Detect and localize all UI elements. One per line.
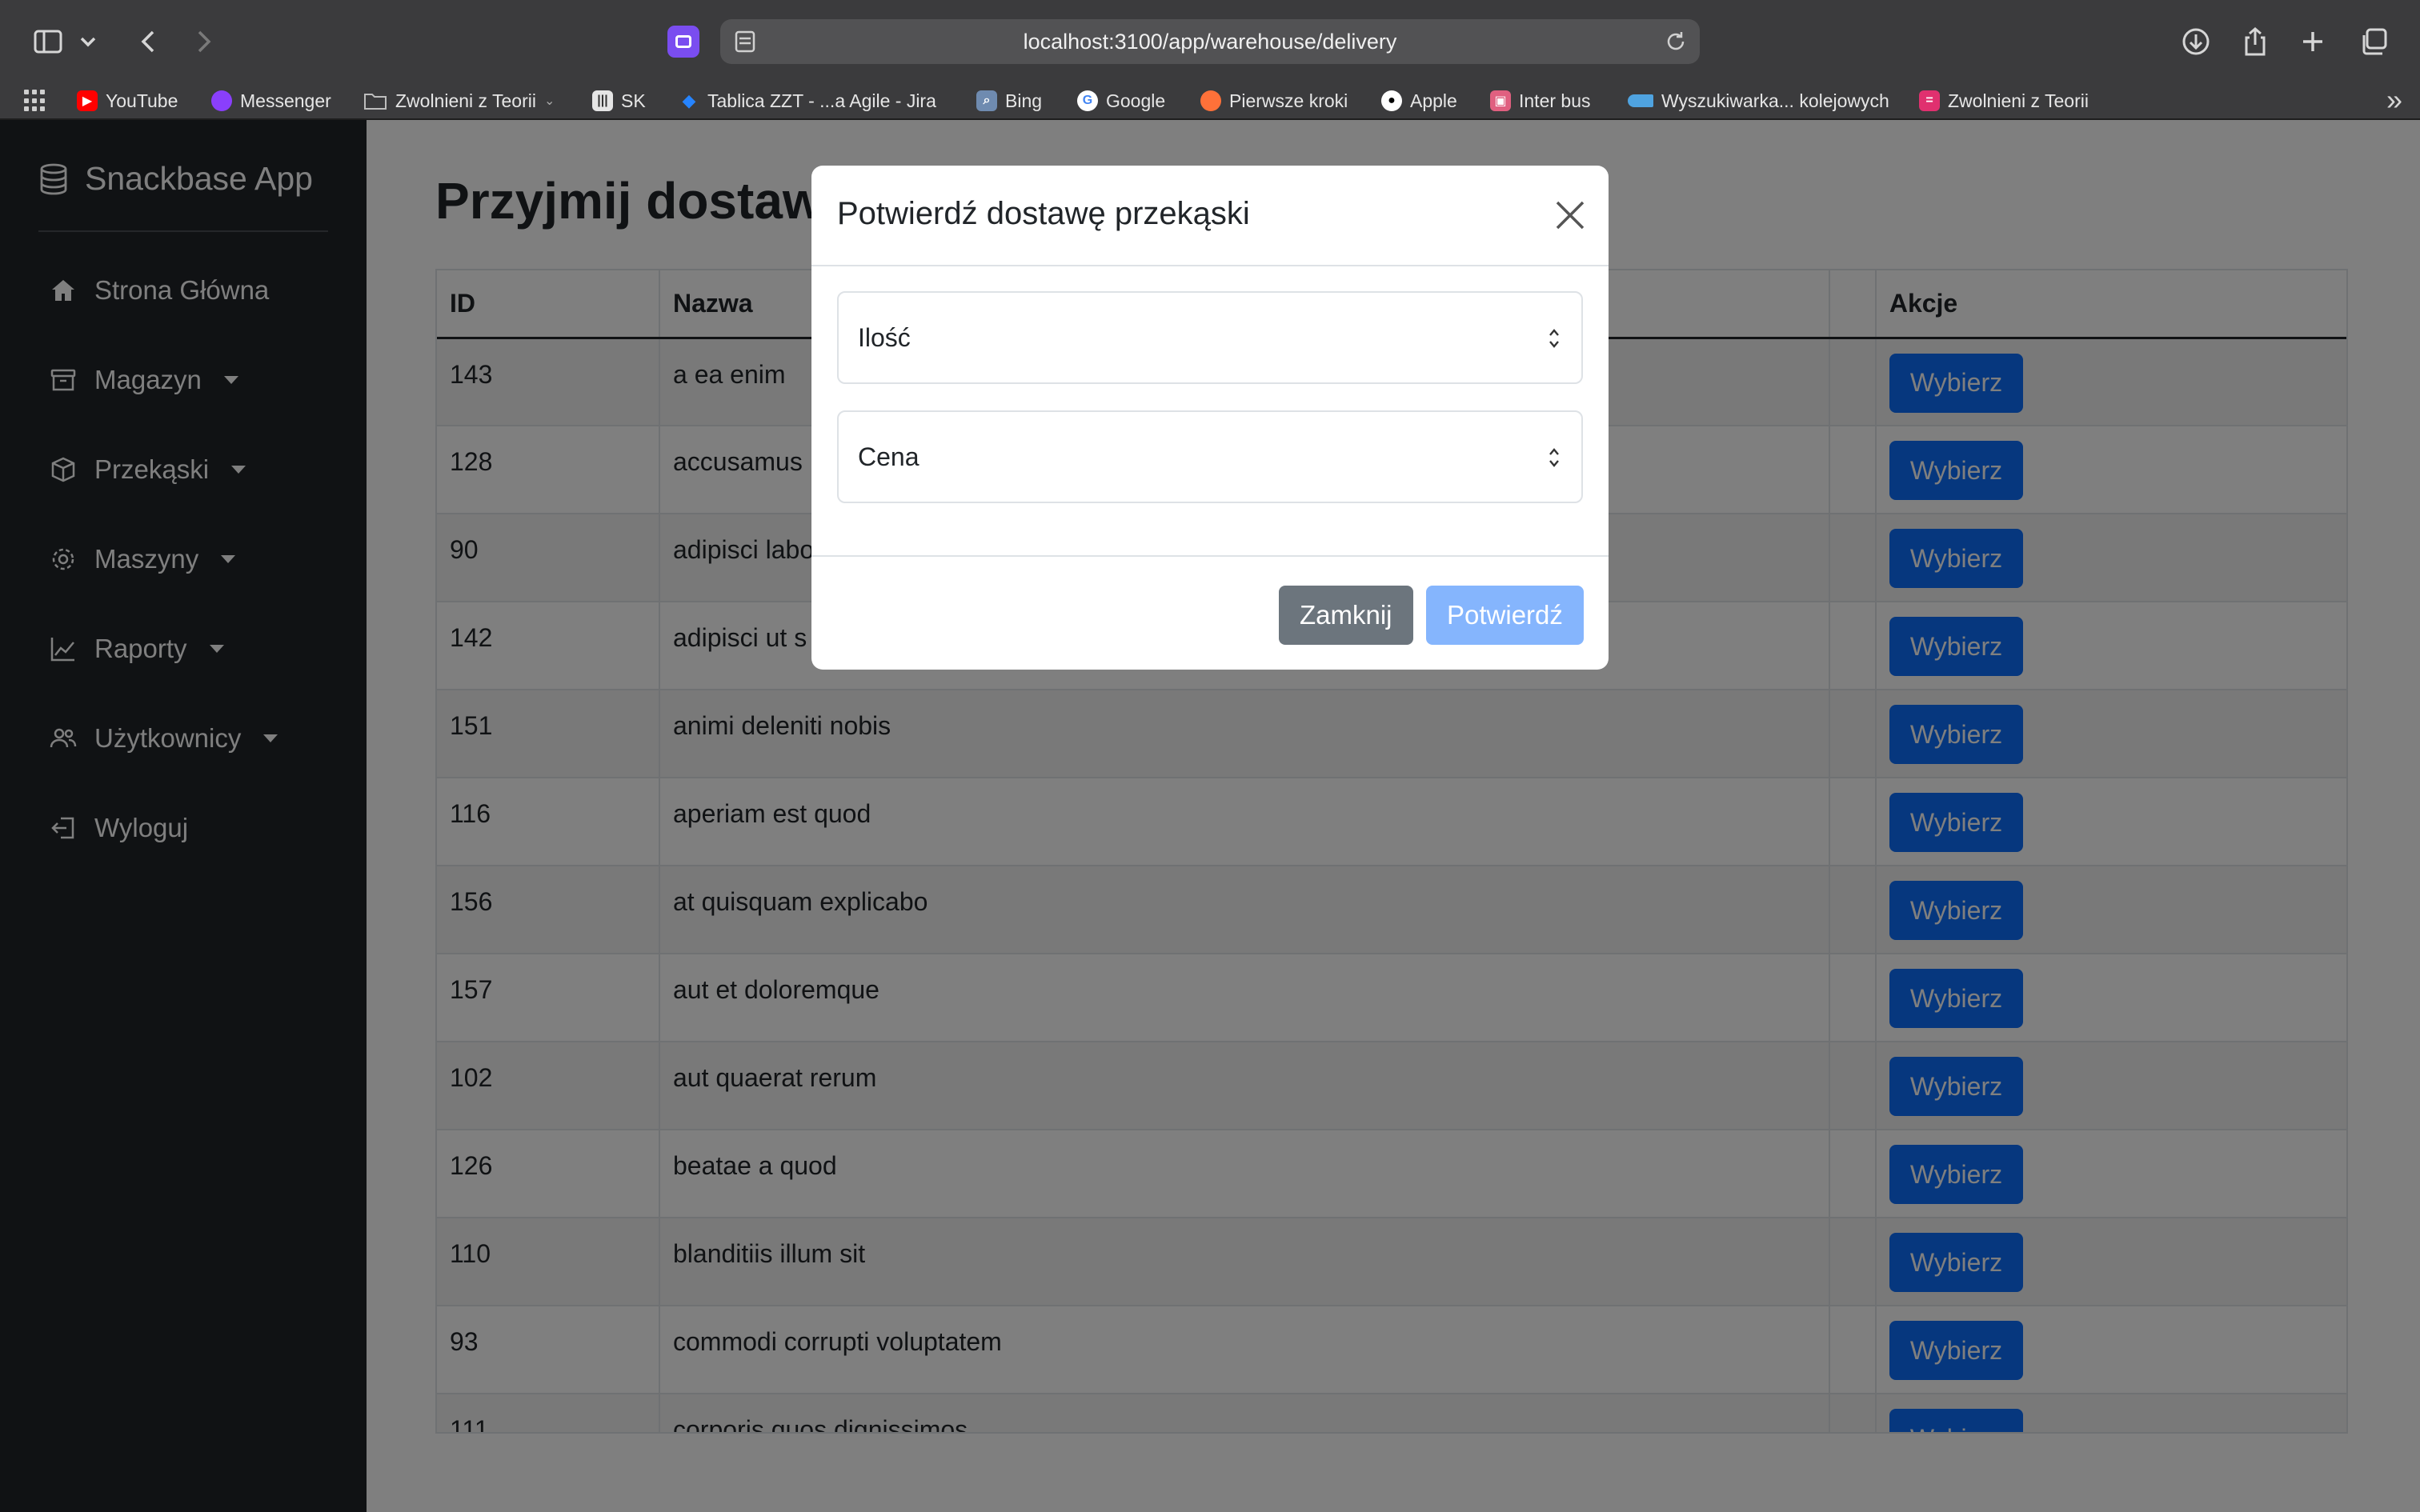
page-menu-icon[interactable] bbox=[731, 27, 760, 56]
forward-icon[interactable] bbox=[181, 19, 226, 64]
bookmark-bing[interactable]: ⌕ Bing bbox=[976, 82, 1042, 120]
browser-toolbar: localhost:3100/app/warehouse/delivery bbox=[0, 0, 2420, 82]
bookmark-pierwsze-kroki[interactable]: Pierwsze kroki bbox=[1200, 82, 1348, 120]
firefox-icon bbox=[1200, 90, 1221, 111]
bookmark-apple[interactable]: ● Apple bbox=[1381, 82, 1457, 120]
bookmark-youtube[interactable]: ▶ YouTube bbox=[77, 82, 178, 120]
reload-icon[interactable] bbox=[1661, 27, 1690, 56]
messenger-icon bbox=[211, 90, 232, 111]
price-input[interactable] bbox=[839, 412, 1527, 502]
back-icon[interactable] bbox=[126, 19, 171, 64]
bookmark-jira[interactable]: ◆ Tablica ZZT - ...a Agile - Jira bbox=[679, 82, 936, 120]
quantity-field[interactable] bbox=[837, 291, 1583, 384]
apple-icon: ● bbox=[1381, 90, 1402, 111]
jira-icon: ◆ bbox=[682, 90, 696, 110]
chevron-down-icon[interactable] bbox=[72, 19, 104, 64]
bookmark-label: Bing bbox=[1005, 90, 1043, 111]
bookmark-label: Apple bbox=[1410, 90, 1457, 111]
bookmark-label: Zwolnieni z Teorii bbox=[1948, 90, 2089, 111]
bookmark-sk[interactable]: ||| SK bbox=[592, 82, 646, 120]
apps-grid-icon[interactable] bbox=[24, 90, 46, 112]
sk-icon: ||| bbox=[592, 90, 613, 111]
bookmark-label: Google bbox=[1106, 90, 1166, 111]
bus-icon: ▣ bbox=[1490, 90, 1511, 111]
youtube-icon: ▶ bbox=[77, 90, 98, 111]
close-button[interactable]: Zamknij bbox=[1279, 586, 1413, 645]
number-stepper-icon[interactable] bbox=[1548, 326, 1561, 350]
download-icon[interactable] bbox=[2174, 19, 2218, 64]
address-bar[interactable]: localhost:3100/app/warehouse/delivery bbox=[720, 19, 1700, 64]
price-field[interactable] bbox=[837, 410, 1583, 503]
bookmark-label: YouTube bbox=[106, 90, 178, 111]
more-bookmarks-icon[interactable]: » bbox=[2386, 83, 2402, 117]
new-tab-icon[interactable] bbox=[2290, 19, 2335, 64]
chevron-down-icon: ⌄ bbox=[543, 94, 555, 108]
modal-title: Potwierdź dostawę przekąski bbox=[837, 196, 1250, 231]
bookmark-label: SK bbox=[621, 90, 646, 111]
bookmark-label: Messenger bbox=[240, 90, 331, 111]
confirm-button[interactable]: Potwierdź bbox=[1426, 586, 1584, 645]
modal-footer: Zamknij Potwierdź bbox=[811, 555, 1609, 670]
confirm-delivery-modal: Potwierdź dostawę przekąski Zamknij Potw… bbox=[811, 166, 1609, 670]
bookmark-inter-bus[interactable]: ▣ Inter bus bbox=[1490, 82, 1591, 120]
quantity-input[interactable] bbox=[839, 293, 1527, 382]
bookmark-label: Tablica ZZT - ...a Agile - Jira bbox=[707, 90, 936, 111]
bookmark-label: Wyszukiwarka... kolejowych bbox=[1661, 90, 1889, 111]
bookmark-label: Zwolnieni z Teorii bbox=[395, 90, 536, 111]
bing-icon: ⌕ bbox=[976, 90, 997, 111]
extension-icon[interactable] bbox=[667, 26, 699, 58]
bookmark-label: Inter bus bbox=[1519, 90, 1591, 111]
bookmark-wyszukiwarka[interactable]: Wyszukiwarka... kolejowych bbox=[1628, 82, 1889, 120]
sidebar-toggle-icon[interactable] bbox=[26, 19, 70, 64]
train-icon bbox=[1628, 94, 1653, 107]
browser-chrome: localhost:3100/app/warehouse/delivery ▶ … bbox=[0, 0, 2420, 120]
bookmark-google[interactable]: G Google bbox=[1077, 82, 1165, 120]
tab-overview-icon[interactable] bbox=[2351, 19, 2396, 64]
modal-header: Potwierdź dostawę przekąski bbox=[811, 166, 1609, 266]
share-icon[interactable] bbox=[2233, 19, 2278, 64]
folder-icon bbox=[364, 94, 387, 110]
close-icon[interactable] bbox=[1553, 198, 1588, 233]
url-text: localhost:3100/app/warehouse/delivery bbox=[1023, 29, 1397, 54]
bookmark-zwolnieni-z-teorii[interactable]: = Zwolnieni z Teorii bbox=[1919, 82, 2089, 120]
bookmark-label: Pierwsze kroki bbox=[1229, 90, 1348, 111]
bookmark-messenger[interactable]: Messenger bbox=[211, 82, 331, 120]
bookmark-folder-zwolnieni[interactable]: Zwolnieni z Teorii ⌄ bbox=[363, 82, 555, 120]
number-stepper-icon[interactable] bbox=[1548, 446, 1561, 470]
zzt-icon: = bbox=[1919, 90, 1940, 111]
google-icon: G bbox=[1077, 90, 1098, 111]
